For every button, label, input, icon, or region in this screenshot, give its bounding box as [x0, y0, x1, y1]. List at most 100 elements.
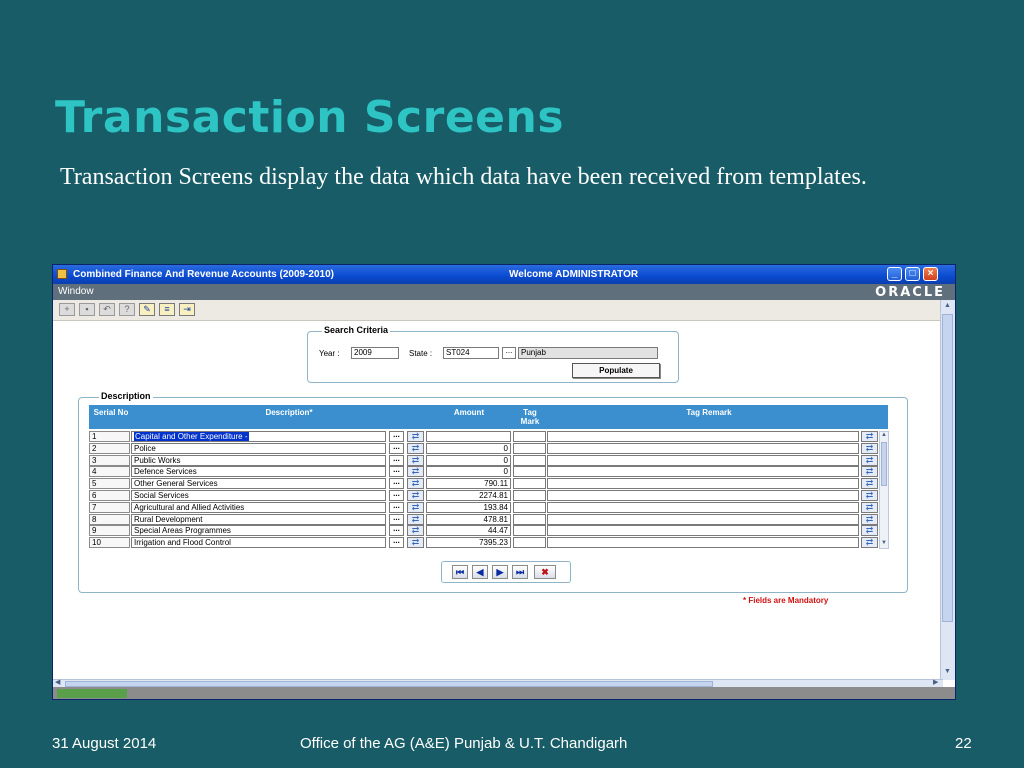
state-code-field[interactable]: ST024: [443, 347, 499, 359]
swap-arrows-icon[interactable]: ⇄: [407, 478, 424, 490]
description-lov-icon[interactable]: ...: [389, 525, 404, 537]
tag-mark-cell[interactable]: [513, 454, 546, 466]
tag-remark-cell[interactable]: [547, 525, 859, 537]
amount-cell[interactable]: 2274.81: [426, 490, 511, 501]
swap-arrows-icon[interactable]: ⇄: [861, 431, 878, 442]
close-button[interactable]: ×: [923, 267, 938, 281]
swap-arrows-icon[interactable]: ⇄: [861, 537, 878, 549]
maximize-button[interactable]: □: [905, 267, 920, 281]
populate-button[interactable]: Populate: [572, 363, 660, 378]
scroll-left-icon[interactable]: ◀: [55, 678, 60, 686]
state-lov-icon[interactable]: ...: [502, 347, 516, 359]
delete-record-icon[interactable]: ✖: [534, 565, 556, 579]
tag-remark-cell[interactable]: [547, 490, 859, 501]
tag-mark-cell[interactable]: [513, 513, 546, 525]
description-cell[interactable]: Capital and Other Expenditure -: [131, 431, 386, 442]
tag-remark-cell[interactable]: [547, 466, 859, 478]
tag-remark-cell[interactable]: [547, 478, 859, 490]
tag-mark-cell[interactable]: [513, 466, 546, 478]
swap-arrows-icon[interactable]: ⇄: [407, 513, 424, 525]
edit-icon[interactable]: ✎: [139, 303, 155, 316]
description-lov-icon[interactable]: ...: [389, 442, 404, 454]
swap-arrows-icon[interactable]: ⇄: [861, 442, 878, 454]
new-record-icon[interactable]: +: [59, 303, 75, 316]
tag-remark-cell[interactable]: [547, 513, 859, 525]
amount-cell[interactable]: 478.81: [426, 513, 511, 525]
tag-mark-cell[interactable]: [513, 537, 546, 549]
scroll-down-icon[interactable]: ▼: [942, 666, 953, 678]
filter-icon[interactable]: ≡: [159, 303, 175, 316]
swap-arrows-icon[interactable]: ⇄: [407, 442, 424, 454]
description-lov-icon[interactable]: ...: [389, 431, 404, 442]
tag-mark-cell[interactable]: [513, 431, 546, 442]
tag-remark-cell[interactable]: [547, 501, 859, 513]
window-titlebar[interactable]: Combined Finance And Revenue Accounts (2…: [53, 265, 955, 284]
tag-remark-cell[interactable]: [547, 454, 859, 466]
description-cell[interactable]: Rural Development: [131, 513, 386, 525]
description-cell[interactable]: Police: [131, 442, 386, 454]
amount-cell[interactable]: 790.11: [426, 478, 511, 490]
swap-arrows-icon[interactable]: ⇄: [861, 490, 878, 501]
tag-mark-cell[interactable]: [513, 478, 546, 490]
swap-arrows-icon[interactable]: ⇄: [861, 466, 878, 478]
undo-icon[interactable]: ↶: [99, 303, 115, 316]
description-lov-icon[interactable]: ...: [389, 466, 404, 478]
description-cell[interactable]: Social Services: [131, 490, 386, 501]
tag-remark-cell[interactable]: [547, 537, 859, 549]
tag-mark-cell[interactable]: [513, 525, 546, 537]
query-icon[interactable]: ?: [119, 303, 135, 316]
year-field[interactable]: 2009: [351, 347, 399, 359]
tag-remark-cell[interactable]: [547, 431, 859, 442]
swap-arrows-icon[interactable]: ⇄: [407, 431, 424, 442]
next-record-icon[interactable]: ▶: [492, 565, 508, 579]
tag-mark-cell[interactable]: [513, 442, 546, 454]
scroll-thumb[interactable]: [942, 314, 953, 622]
swap-arrows-icon[interactable]: ⇄: [407, 466, 424, 478]
description-cell[interactable]: Defence Services: [131, 466, 386, 478]
description-cell[interactable]: Other General Services: [131, 478, 386, 490]
grid-scroll-up-icon[interactable]: ▲: [880, 432, 888, 438]
scroll-right-icon[interactable]: ▶: [933, 678, 938, 686]
swap-arrows-icon[interactable]: ⇄: [861, 525, 878, 537]
amount-cell[interactable]: 0: [426, 442, 511, 454]
swap-arrows-icon[interactable]: ⇄: [861, 454, 878, 466]
description-lov-icon[interactable]: ...: [389, 454, 404, 466]
swap-arrows-icon[interactable]: ⇄: [861, 478, 878, 490]
grid-scroll-thumb[interactable]: [881, 442, 887, 486]
amount-cell[interactable]: 0: [426, 454, 511, 466]
amount-cell[interactable]: 193.84: [426, 501, 511, 513]
amount-cell[interactable]: [426, 431, 511, 442]
vertical-scrollbar[interactable]: ▲ ▼: [940, 300, 955, 680]
tag-mark-cell[interactable]: [513, 490, 546, 501]
amount-cell[interactable]: 44.47: [426, 525, 511, 537]
description-lov-icon[interactable]: ...: [389, 501, 404, 513]
description-cell[interactable]: Agricultural and Allied Activities: [131, 501, 386, 513]
swap-arrows-icon[interactable]: ⇄: [861, 513, 878, 525]
swap-arrows-icon[interactable]: ⇄: [407, 525, 424, 537]
amount-cell[interactable]: 7395.23: [426, 537, 511, 549]
swap-arrows-icon[interactable]: ⇄: [407, 490, 424, 501]
grid-scrollbar[interactable]: ▲ ▼: [879, 431, 889, 549]
description-lov-icon[interactable]: ...: [389, 478, 404, 490]
swap-arrows-icon[interactable]: ⇄: [407, 537, 424, 549]
tag-remark-cell[interactable]: [547, 442, 859, 454]
exit-icon[interactable]: ⇥: [179, 303, 195, 316]
description-lov-icon[interactable]: ...: [389, 490, 404, 501]
minimize-button[interactable]: _: [887, 267, 902, 281]
swap-arrows-icon[interactable]: ⇄: [407, 454, 424, 466]
description-lov-icon[interactable]: ...: [389, 537, 404, 549]
last-record-icon[interactable]: ⏭: [512, 565, 528, 579]
grid-scroll-down-icon[interactable]: ▼: [880, 540, 888, 546]
description-cell[interactable]: Special Areas Programmes: [131, 525, 386, 537]
amount-cell[interactable]: 0: [426, 466, 511, 478]
previous-record-icon[interactable]: ◀: [472, 565, 488, 579]
menu-window[interactable]: Window: [58, 286, 94, 297]
description-lov-icon[interactable]: ...: [389, 513, 404, 525]
swap-arrows-icon[interactable]: ⇄: [861, 501, 878, 513]
swap-arrows-icon[interactable]: ⇄: [407, 501, 424, 513]
first-record-icon[interactable]: ⏮: [452, 565, 468, 579]
description-cell[interactable]: Irrigation and Flood Control: [131, 537, 386, 549]
description-cell[interactable]: Public Works: [131, 454, 386, 466]
tag-mark-cell[interactable]: [513, 501, 546, 513]
save-icon[interactable]: ▪: [79, 303, 95, 316]
